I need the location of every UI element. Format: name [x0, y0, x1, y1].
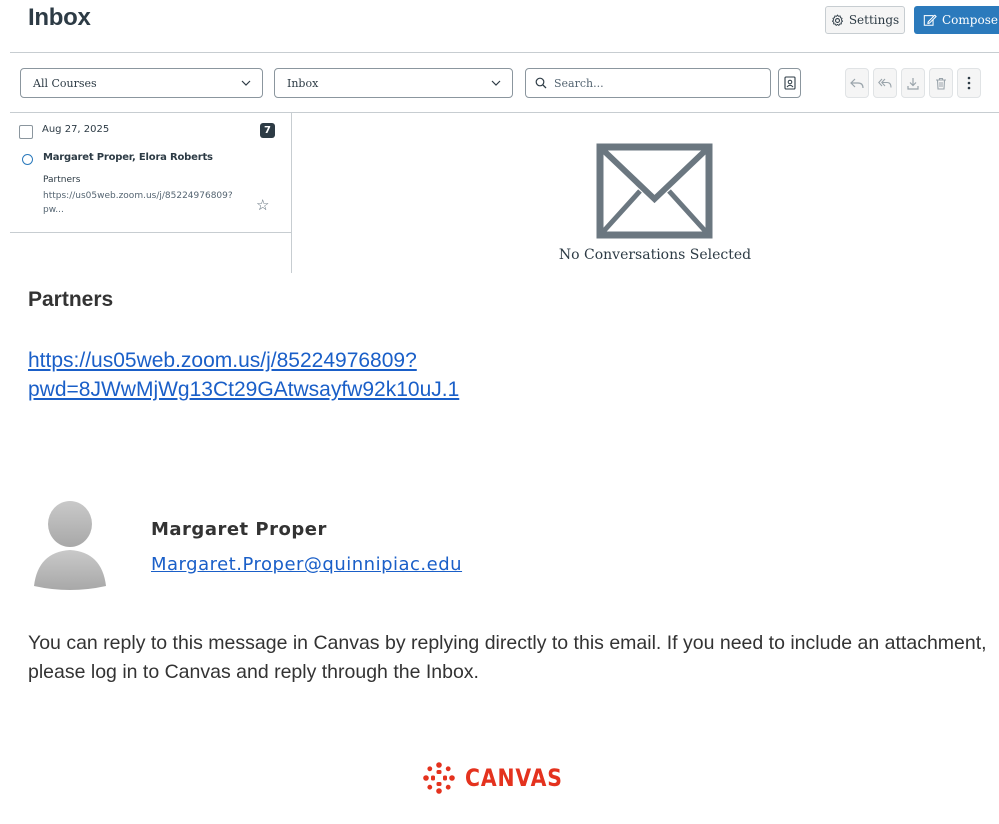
meeting-link-line-2: pwd=8JWwMjWg13Ct29GAtwsayfw92k10uJ.1	[28, 378, 460, 401]
list-item-divider	[10, 232, 291, 233]
search-input[interactable]: Search...	[525, 68, 771, 98]
sender-name: Margaret Proper	[151, 519, 327, 540]
reply-all-button[interactable]	[873, 68, 897, 98]
reply-button[interactable]	[845, 68, 869, 98]
more-icon	[967, 76, 971, 90]
mailbox-filter-select[interactable]: Inbox	[274, 68, 513, 98]
settings-button[interactable]: Settings	[825, 6, 905, 34]
star-icon[interactable]: ☆	[256, 196, 269, 214]
search-icon	[535, 77, 547, 89]
compose-button[interactable]: Compose	[914, 6, 999, 34]
empty-state-message: No Conversations Selected	[558, 247, 752, 263]
canvas-logo-icon	[423, 762, 455, 794]
canvas-logo: CANVAS	[421, 760, 580, 796]
compose-label: Compose	[942, 13, 998, 27]
compose-icon	[923, 14, 937, 26]
mailbox-filter-value: Inbox	[287, 76, 319, 90]
conversation-participants: Margaret Proper, Elora Roberts	[43, 152, 213, 163]
email-subject: Partners	[28, 288, 114, 311]
meeting-link[interactable]: https://us05web.zoom.us/j/85224976809? p…	[28, 346, 628, 404]
chevron-down-icon	[491, 80, 501, 86]
reply-instructions: You can reply to this message in Canvas …	[28, 632, 987, 683]
sender-email-link[interactable]: Margaret.Proper@quinnipiac.edu	[151, 554, 462, 575]
trash-icon	[936, 77, 946, 90]
canvas-logo-text: CANVAS	[465, 764, 563, 792]
page-title: Inbox	[28, 4, 91, 31]
reply-all-icon	[878, 78, 892, 88]
search-placeholder: Search...	[554, 76, 604, 90]
settings-label: Settings	[848, 13, 900, 27]
avatar-icon	[34, 501, 106, 590]
meeting-link-line-1: https://us05web.zoom.us/j/85224976809?	[28, 349, 417, 372]
gear-icon	[831, 14, 843, 26]
toolbar-divider	[10, 112, 999, 113]
message-count-badge: 7	[260, 123, 275, 138]
course-filter-value: All Courses	[33, 76, 97, 90]
course-filter-select[interactable]: All Courses	[20, 68, 263, 98]
address-book-icon	[783, 76, 796, 90]
archive-button[interactable]	[901, 68, 925, 98]
reply-icon	[850, 78, 864, 89]
chevron-down-icon	[241, 80, 251, 86]
conversation-preview: https://us05web.zoom.us/j/85224976809?pw…	[43, 191, 233, 215]
header-divider	[10, 52, 999, 53]
envelope-icon	[596, 143, 713, 239]
delete-button[interactable]	[929, 68, 953, 98]
conversation-date: Aug 27, 2025	[42, 124, 110, 135]
archive-icon	[907, 77, 919, 90]
select-conversation-checkbox[interactable]	[19, 125, 33, 139]
pane-divider	[291, 113, 292, 273]
address-book-button[interactable]	[778, 68, 801, 98]
unread-indicator-icon[interactable]	[22, 154, 33, 165]
more-options-button[interactable]	[957, 68, 981, 98]
conversation-subject: Partners	[43, 175, 81, 185]
